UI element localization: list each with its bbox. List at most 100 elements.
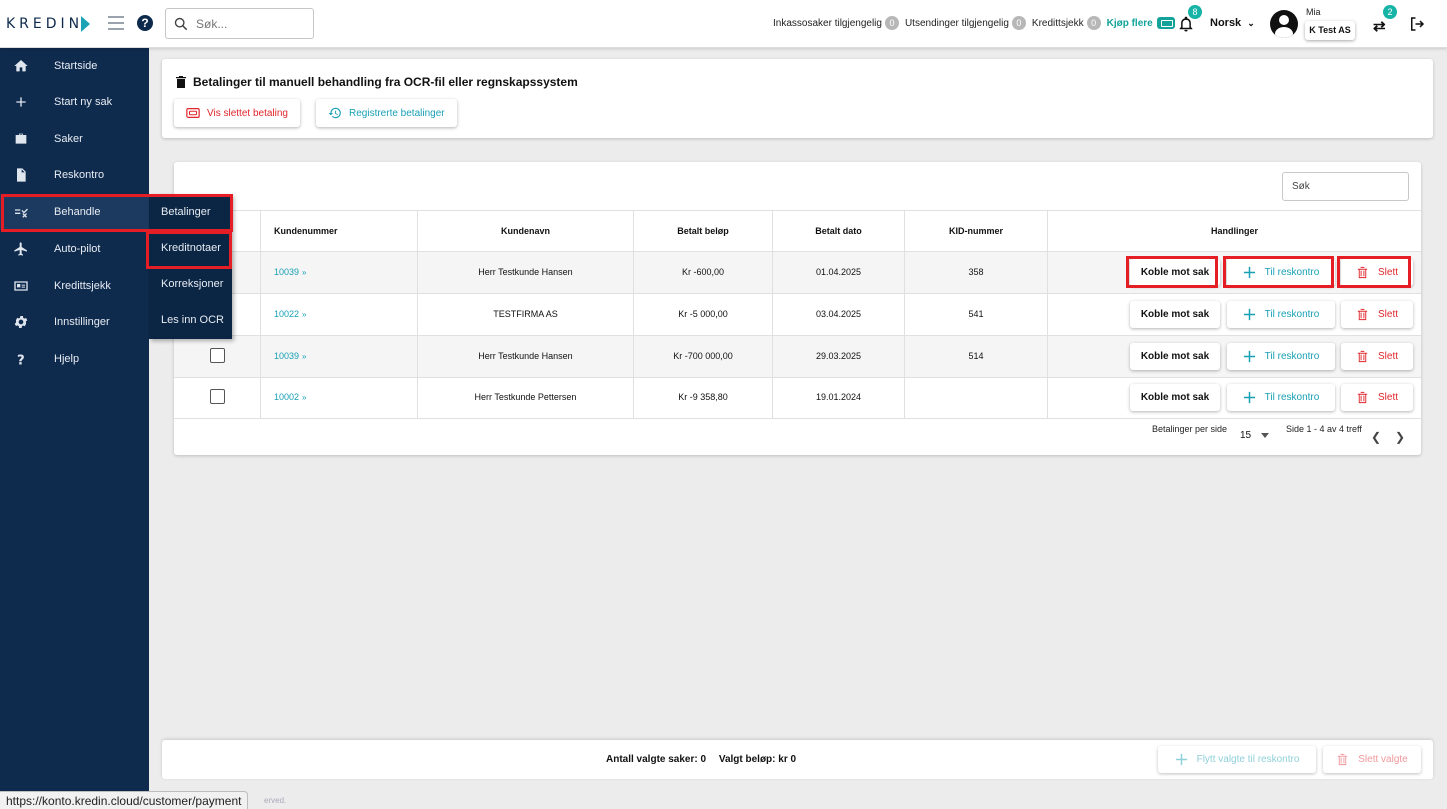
sidebar-item-home[interactable]: Startside xyxy=(0,48,149,84)
show-deleted-payment-button[interactable]: Vis slettet betaling xyxy=(174,99,300,127)
registered-payments-button[interactable]: Registrerte betalinger xyxy=(316,99,457,127)
delete-button[interactable]: Slett xyxy=(1341,259,1413,286)
svg-text:?: ? xyxy=(17,353,25,367)
to-ledger-label: Til reskontro xyxy=(1264,309,1320,320)
global-search-input[interactable] xyxy=(196,16,306,31)
customer-number-cell[interactable]: 10002» xyxy=(260,377,417,418)
checklist-icon xyxy=(15,208,28,218)
delete-label: Slett xyxy=(1377,309,1398,320)
notification-count-badge: 8 xyxy=(1188,5,1202,19)
global-search[interactable] xyxy=(165,8,314,39)
amount-cell: Kr -600,00 xyxy=(633,252,772,293)
briefcase-icon xyxy=(15,133,27,144)
logout-icon[interactable] xyxy=(1408,15,1426,33)
customer-number-link[interactable]: 10039 xyxy=(274,351,299,361)
table-search-input[interactable] xyxy=(1282,172,1409,201)
payments-header-card: Betalinger til manuell behandling fra OC… xyxy=(162,59,1433,138)
home-icon xyxy=(14,60,28,72)
show-deleted-label: Vis slettet betaling xyxy=(207,107,288,119)
language-selector[interactable]: Norsk ⌄ xyxy=(1210,17,1255,29)
amount-cell: Kr -9 358,80 xyxy=(633,377,772,418)
date-cell: 01.04.2025 xyxy=(772,252,904,293)
switch-company-icon[interactable]: ⇄ xyxy=(1373,17,1386,35)
avatar[interactable] xyxy=(1270,10,1298,38)
delete-button[interactable]: Slett xyxy=(1341,343,1413,370)
selection-footer: Antall valgte saker: 0 Valgt beløp: kr 0… xyxy=(162,740,1433,779)
document-icon xyxy=(17,168,26,182)
user-name: Mia xyxy=(1306,7,1321,17)
link-to-case-button[interactable]: Koble mot sak xyxy=(1130,301,1220,328)
count-badge: 0 xyxy=(884,16,899,30)
row-checkbox[interactable] xyxy=(210,348,225,363)
per-page-select[interactable]: 15 xyxy=(1240,430,1270,441)
submenu-item-payments[interactable]: Betalinger xyxy=(149,194,232,230)
sidebar-item-new-case[interactable]: Start ny sak xyxy=(0,84,149,120)
sidebar-item-label: Start ny sak xyxy=(54,96,113,108)
move-selected-to-ledger-button[interactable]: Flytt valgte til reskontro xyxy=(1158,746,1316,773)
sidebar-item-help[interactable]: ? Hjelp xyxy=(0,341,149,377)
to-ledger-button[interactable]: Til reskontro xyxy=(1227,301,1335,328)
sidebar-item-autopilot[interactable]: Auto-pilot xyxy=(0,231,149,267)
customer-number-cell[interactable]: 10022» xyxy=(260,294,417,335)
customer-number-link[interactable]: 10022 xyxy=(274,309,299,319)
switch-count-badge: 2 xyxy=(1383,5,1397,19)
customer-number-cell[interactable]: 10039» xyxy=(260,252,417,293)
counter-dispatches: Utsendinger tilgjengelig 0 xyxy=(905,16,1026,30)
language-label: Norsk xyxy=(1210,17,1242,29)
column-header-date[interactable]: Betalt dato xyxy=(772,211,904,252)
double-chevron-down-icon: » xyxy=(302,393,307,402)
delete-button[interactable]: Slett xyxy=(1341,384,1413,411)
link-to-case-button[interactable]: Koble mot sak xyxy=(1130,259,1220,286)
link-to-case-label: Koble mot sak xyxy=(1140,309,1210,320)
double-chevron-down-icon: » xyxy=(302,352,307,361)
row-checkbox[interactable] xyxy=(210,389,225,404)
to-ledger-label: Til reskontro xyxy=(1264,392,1320,403)
customer-number-link[interactable]: 10039 xyxy=(274,267,299,277)
buy-more-label: Kjøp flere xyxy=(1106,17,1153,29)
selected-amount: Valgt beløp: kr 0 xyxy=(718,754,797,765)
previous-page-icon[interactable]: ❮ xyxy=(1371,430,1381,444)
plus-icon xyxy=(1243,308,1255,321)
date-cell: 03.04.2025 xyxy=(772,294,904,335)
sidebar-item-credit-check[interactable]: Kredittsjekk xyxy=(0,268,149,304)
count-badge: 0 xyxy=(1011,16,1026,30)
link-to-case-label: Koble mot sak xyxy=(1140,392,1210,403)
link-to-case-button[interactable]: Koble mot sak xyxy=(1130,384,1220,411)
help-icon[interactable]: ? xyxy=(137,15,153,31)
delete-selected-button[interactable]: Slett valgte xyxy=(1323,746,1421,773)
buy-more-link[interactable]: Kjøp flere xyxy=(1107,17,1175,29)
link-to-case-button[interactable]: Koble mot sak xyxy=(1130,343,1220,370)
to-ledger-button[interactable]: Til reskontro xyxy=(1227,259,1335,286)
kredin-logo[interactable]: KREDIN xyxy=(6,14,91,34)
sidebar-item-ledger[interactable]: Reskontro xyxy=(0,157,149,193)
sidebar-item-cases[interactable]: Saker xyxy=(0,121,149,157)
table-row: 10039» Herr Testkunde Hansen Kr -600,00 … xyxy=(174,252,1421,294)
link-to-case-label: Koble mot sak xyxy=(1140,267,1210,278)
delete-selected-label: Slett valgte xyxy=(1358,754,1408,765)
airplane-icon xyxy=(14,242,27,256)
next-page-icon[interactable]: ❯ xyxy=(1395,430,1405,444)
to-ledger-button[interactable]: Til reskontro xyxy=(1227,343,1335,370)
sidebar-item-process[interactable]: Behandle xyxy=(0,194,149,230)
to-ledger-button[interactable]: Til reskontro xyxy=(1227,384,1335,411)
submenu-item-corrections[interactable]: Korreksjoner xyxy=(149,266,232,302)
company-chip[interactable]: K Test AS xyxy=(1305,21,1355,40)
status-bar-url: https://konto.kredin.cloud/customer/paym… xyxy=(0,791,249,809)
column-header-kid[interactable]: KID-nummer xyxy=(904,211,1047,252)
count-badge: 0 xyxy=(1086,16,1101,30)
counter-debt-collection: Inkassosaker tilgjengelig 0 xyxy=(773,16,899,30)
column-header-customer-no[interactable]: Kundenummer xyxy=(260,211,417,252)
credit-counters: Inkassosaker tilgjengelig 0 Utsendinger … xyxy=(773,16,1175,30)
submenu-item-credit-notes[interactable]: Kreditnotaer xyxy=(149,230,232,266)
delete-button[interactable]: Slett xyxy=(1341,301,1413,328)
customer-number-link[interactable]: 10002 xyxy=(274,392,299,402)
column-header-customer-name[interactable]: Kundenavn xyxy=(417,211,633,252)
sidebar-item-settings[interactable]: Innstillinger xyxy=(0,304,149,340)
customer-number-cell[interactable]: 10039» xyxy=(260,336,417,377)
column-header-amount[interactable]: Betalt beløp xyxy=(633,211,772,252)
hamburger-menu-icon[interactable] xyxy=(108,16,124,30)
actions-cell: Koble mot sak Til reskontro Slett xyxy=(1047,377,1421,418)
trash-icon xyxy=(1357,308,1368,321)
submenu-item-read-ocr[interactable]: Les inn OCR xyxy=(149,302,232,338)
customer-name-cell: TESTFIRMA AS xyxy=(417,294,633,335)
